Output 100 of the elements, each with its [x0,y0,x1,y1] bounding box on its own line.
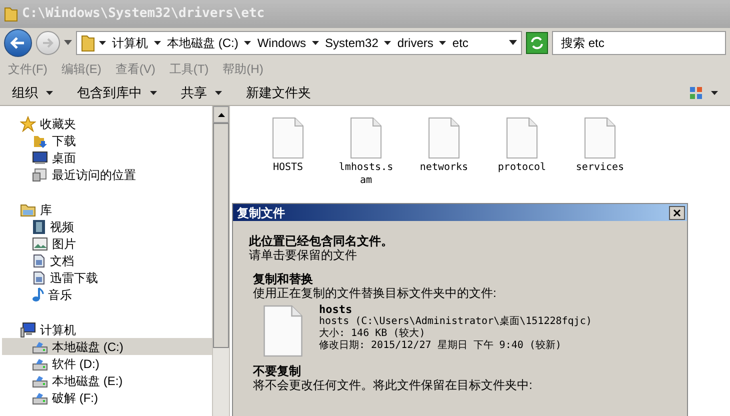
sidebar-label: 视频 [50,218,74,236]
film-icon [32,218,46,234]
recent-places-icon [32,166,48,182]
sidebar-label: 最近访问的位置 [52,166,136,184]
star-icon [20,116,36,132]
caret-icon[interactable] [509,40,517,46]
file-icon [428,117,460,159]
sidebar-label: 图片 [52,236,76,252]
caret-icon[interactable] [384,40,392,44]
file-name: lmhosts.sam [338,161,394,187]
breadcrumb[interactable]: etc [450,34,470,52]
sidebar-group[interactable]: 收藏夹 [2,115,212,132]
toolbar-button[interactable]: 组织 [12,82,53,102]
sidebar-item[interactable]: 音乐 [2,286,212,303]
refresh-icon [530,36,544,50]
file-icon [350,117,382,159]
sidebar-label: 软件 (D:) [52,356,100,372]
search-field[interactable]: 搜索 etc [552,30,726,54]
up-arrow-icon[interactable] [218,112,224,116]
dialog-heading: 此位置已经包含同名文件。 [249,234,394,248]
file-icon [584,117,616,159]
sidebar-item[interactable]: 桌面 [2,149,212,166]
back-button[interactable] [4,28,32,56]
file-name: services [576,161,624,174]
window-title: C:\Windows\System32\drivers\etc [22,5,265,24]
folder-icon [4,6,18,22]
caret-icon[interactable] [154,40,161,44]
drive-icon [32,340,48,354]
file-item[interactable]: networks [416,117,472,187]
sidebar-item[interactable]: 破解 (F:) [2,389,212,406]
sidebar-item[interactable]: 迅雷下载 [2,269,212,286]
sidebar-label: 收藏夹 [40,116,76,132]
dialog-title: 复制文件 [237,204,285,222]
breadcrumb[interactable]: 计算机 [110,34,150,52]
library-icon [20,202,36,216]
file-name: networks [420,161,468,174]
breadcrumb[interactable]: 本地磁盘 (C:) [165,34,240,52]
toolbar-button[interactable]: 新建文件夹 [246,82,311,102]
option-description: 将不会更改任何文件。将此文件保留在目标文件夹中: [253,378,534,392]
breadcrumb[interactable]: drivers [395,34,436,52]
caret-icon[interactable] [439,40,446,44]
sidebar-group[interactable]: 库 [2,201,212,218]
sidebar-item[interactable]: 文档 [2,252,212,269]
sidebar-label: 下载 [52,132,76,150]
refresh-button[interactable] [526,32,548,54]
sidebar-item[interactable]: 本地磁盘 (C:) [2,338,212,355]
breadcrumb[interactable]: System32 [323,34,380,52]
close-button[interactable] [669,206,685,220]
file-item[interactable]: HOSTS [260,117,316,187]
option-title: 复制和替换 [253,272,313,286]
sidebar-label: 迅雷下载 [50,270,98,286]
sidebar-item[interactable]: 软件 (D:) [2,355,212,372]
monitor-icon [32,150,48,164]
drive-icon [32,390,48,404]
sidebar-item[interactable]: 下载 [2,132,212,149]
file-name: hosts [319,304,354,316]
file-item[interactable]: protocol [494,117,550,187]
scrollbar[interactable] [212,106,229,416]
file-name: protocol [498,161,546,174]
dialog-subheading: 请单击要保留的文件 [249,248,358,262]
music-note-icon [32,286,44,302]
picture-icon [32,236,48,250]
sidebar-label: 计算机 [40,322,76,338]
file-item[interactable]: services [572,117,628,187]
toolbar-button[interactable]: 共享 [181,82,222,102]
sidebar-label: 本地磁盘 (E:) [52,372,123,390]
caret-icon[interactable] [312,40,320,44]
caret-icon [150,90,157,94]
caret-icon[interactable] [244,40,252,44]
folder-icon [81,34,95,52]
sidebar-item[interactable]: 本地磁盘 (E:) [2,372,212,389]
sidebar-item[interactable]: 视频 [2,218,212,235]
dialog-option[interactable]: 不要复制 将不会更改任何文件。将此文件保留在目标文件夹中: [253,364,687,392]
sidebar-label: 文档 [50,252,74,270]
caret-icon [215,90,222,94]
view-icon[interactable] [689,86,718,100]
file-detail: hosts (C:\Users\Administrator\桌面\151228fqjc) [319,316,592,328]
sidebar-item[interactable]: 最近访问的位置 [2,166,212,183]
sidebar-label: 破解 (F:) [52,390,98,406]
toolbar-button[interactable]: 包含到库中 [77,82,157,102]
sidebar-label: 音乐 [48,286,72,304]
document-icon [32,270,46,286]
file-icon [263,304,303,358]
caret-icon [46,90,53,94]
computer-icon [20,322,36,338]
address-bar[interactable]: 计算机 本地磁盘 (C:) Windows System32 drivers etc [76,30,522,54]
caret-icon[interactable] [99,40,106,44]
forward-arrow-icon [42,38,54,48]
breadcrumb[interactable]: Windows [255,34,308,52]
close-icon [673,208,681,216]
file-icon [272,117,304,159]
file-icon [506,117,538,159]
option-title: 不要复制 [253,364,302,378]
dialog-option[interactable]: 复制和替换 使用正在复制的文件替换目标文件夹中的文件: hosts hosts (C:\Users\Administrator\桌面\151228fqjc) 大小: 146 KB (较大) 修改日期: 2015/12/27 星期日 下午 9:40 (较新) [253,272,687,358]
file-name: HOSTS [272,161,304,174]
sidebar-item[interactable]: 图片 [2,235,212,252]
file-item[interactable]: lmhosts.sam [338,117,394,187]
sidebar-label: 本地磁盘 (C:) [52,338,124,356]
sidebar-label: 桌面 [52,150,76,166]
sidebar-group[interactable]: 计算机 [2,321,212,338]
